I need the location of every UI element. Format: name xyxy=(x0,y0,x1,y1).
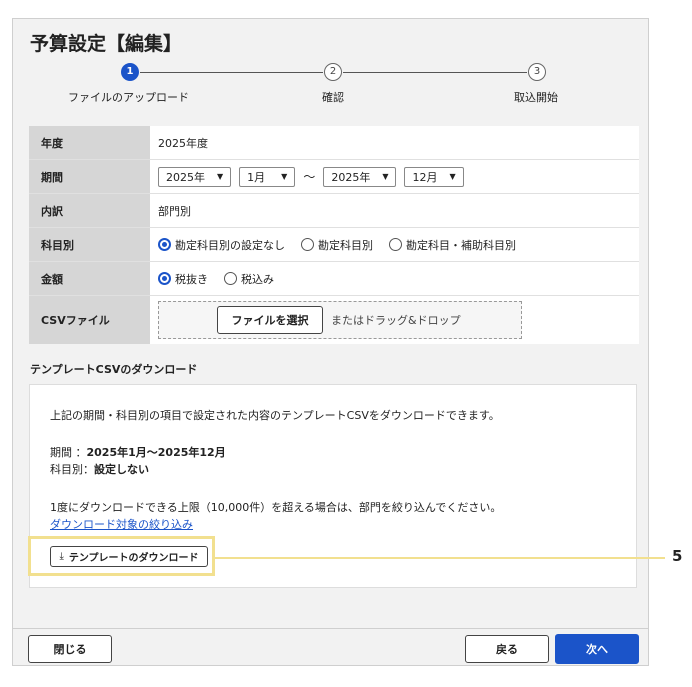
start-year-select[interactable]: 2025年 ▼ xyxy=(158,166,232,187)
amount-value: 税抜き 税込み xyxy=(150,262,639,295)
period-label: 期間 xyxy=(29,160,150,193)
callout-leader-line xyxy=(215,557,665,559)
end-month-text: 12月 xyxy=(412,170,438,184)
radio-icon xyxy=(224,272,237,285)
template-subject-value: 設定しない xyxy=(94,463,149,476)
row-fiscal-year: 年度 2025年度 xyxy=(29,126,639,160)
subject-option-sub-account[interactable]: 勘定科目・補助科目別 xyxy=(389,237,516,253)
row-csv: CSVファイル ファイルを選択 またはドラッグ&ドロップ xyxy=(29,296,639,344)
step-1-circle: 1 xyxy=(121,63,139,81)
start-year-text: 2025年 xyxy=(166,170,205,184)
step-1-label: ファイルのアップロード xyxy=(68,91,189,104)
drop-hint: またはドラッグ&ドロップ xyxy=(331,314,461,327)
template-limit-note: 1度にダウンロードできる上限（10,000件）を超える場合は、部門を絞り込んでく… xyxy=(50,501,502,514)
step-3-circle: 3 xyxy=(528,63,546,81)
step-3-label: 取込開始 xyxy=(514,91,558,104)
callout-highlight-box xyxy=(28,536,215,576)
close-button[interactable]: 閉じる xyxy=(28,635,112,663)
start-month-text: 1月 xyxy=(247,170,266,184)
subject-option-none-label: 勘定科目別の設定なし xyxy=(175,238,285,252)
footer-divider xyxy=(13,628,648,629)
template-period-label: 期間 ： xyxy=(50,446,87,459)
fiscal-year-value: 2025年度 xyxy=(150,126,639,159)
subject-label: 科目別 xyxy=(29,228,150,261)
template-subject-line: 科目別：設定しない xyxy=(50,461,149,477)
chevron-down-icon: ▼ xyxy=(449,172,456,181)
subject-option-account-label: 勘定科目別 xyxy=(318,238,373,252)
breakdown-label: 内訳 xyxy=(29,194,150,227)
step-connector-1 xyxy=(140,72,323,73)
back-button[interactable]: 戻る xyxy=(465,635,549,663)
radio-icon xyxy=(301,238,314,251)
chevron-down-icon: ▼ xyxy=(281,172,288,181)
radio-selected-icon xyxy=(158,272,171,285)
fiscal-year-label: 年度 xyxy=(29,126,150,159)
budget-form: 年度 2025年度 期間 2025年 ▼ 1月 ▼ ～ 2025年 ▼ 12月 ▼ 内訳… xyxy=(29,126,639,344)
amount-option-excl-tax[interactable]: 税抜き xyxy=(158,271,208,287)
csv-value: ファイルを選択 またはドラッグ&ドロップ xyxy=(150,296,639,344)
step-connector-2 xyxy=(343,72,527,73)
row-breakdown: 内訳 部門別 xyxy=(29,194,639,228)
end-year-text: 2025年 xyxy=(331,170,371,184)
amount-option-excl-tax-label: 税抜き xyxy=(175,272,208,286)
csv-label: CSVファイル xyxy=(29,296,150,344)
step-2-circle: 2 xyxy=(324,63,342,81)
row-period: 期間 2025年 ▼ 1月 ▼ ～ 2025年 ▼ 12月 ▼ xyxy=(29,160,639,194)
template-section-heading: テンプレートCSVのダウンロード xyxy=(30,363,198,376)
end-year-select[interactable]: 2025年 ▼ xyxy=(323,166,397,187)
csv-dropzone[interactable]: ファイルを選択 またはドラッグ&ドロップ xyxy=(158,301,522,339)
end-month-select[interactable]: 12月 ▼ xyxy=(404,166,464,187)
file-select-button[interactable]: ファイルを選択 xyxy=(217,306,323,334)
period-separator: ～ xyxy=(303,170,316,184)
start-month-select[interactable]: 1月 ▼ xyxy=(239,166,296,187)
template-subject-label: 科目別： xyxy=(50,463,94,476)
step-2-label: 確認 xyxy=(322,91,344,104)
amount-option-incl-tax-label: 税込み xyxy=(241,272,274,286)
subject-option-account[interactable]: 勘定科目別 xyxy=(301,237,373,253)
row-subject: 科目別 勘定科目別の設定なし 勘定科目別 勘定科目・補助科目別 xyxy=(29,228,639,262)
dialog-title: 予算設定【編集】 xyxy=(30,33,183,55)
amount-label: 金額 xyxy=(29,262,150,295)
subject-value: 勘定科目別の設定なし 勘定科目別 勘定科目・補助科目別 xyxy=(150,228,639,261)
subject-option-none[interactable]: 勘定科目別の設定なし xyxy=(158,237,285,253)
radio-icon xyxy=(389,238,402,251)
callout-number: 5 xyxy=(672,547,683,565)
radio-selected-icon xyxy=(158,238,171,251)
next-button[interactable]: 次へ xyxy=(555,634,639,664)
chevron-down-icon: ▼ xyxy=(382,172,389,181)
template-period-value: 2025年1月～2025年12月 xyxy=(86,446,226,459)
template-period-line: 期間 ：2025年1月～2025年12月 xyxy=(50,444,226,460)
amount-option-incl-tax[interactable]: 税込み xyxy=(224,271,274,287)
template-description: 上記の期間・科目別の項目で設定された内容のテンプレートCSVをダウンロードできま… xyxy=(50,409,500,422)
subject-option-sub-account-label: 勘定科目・補助科目別 xyxy=(406,238,516,252)
download-filter-link[interactable]: ダウンロード対象の絞り込み xyxy=(50,516,193,532)
chevron-down-icon: ▼ xyxy=(217,172,224,181)
period-value: 2025年 ▼ 1月 ▼ ～ 2025年 ▼ 12月 ▼ xyxy=(150,160,639,193)
breakdown-value: 部門別 xyxy=(150,194,639,227)
row-amount: 金額 税抜き 税込み xyxy=(29,262,639,296)
